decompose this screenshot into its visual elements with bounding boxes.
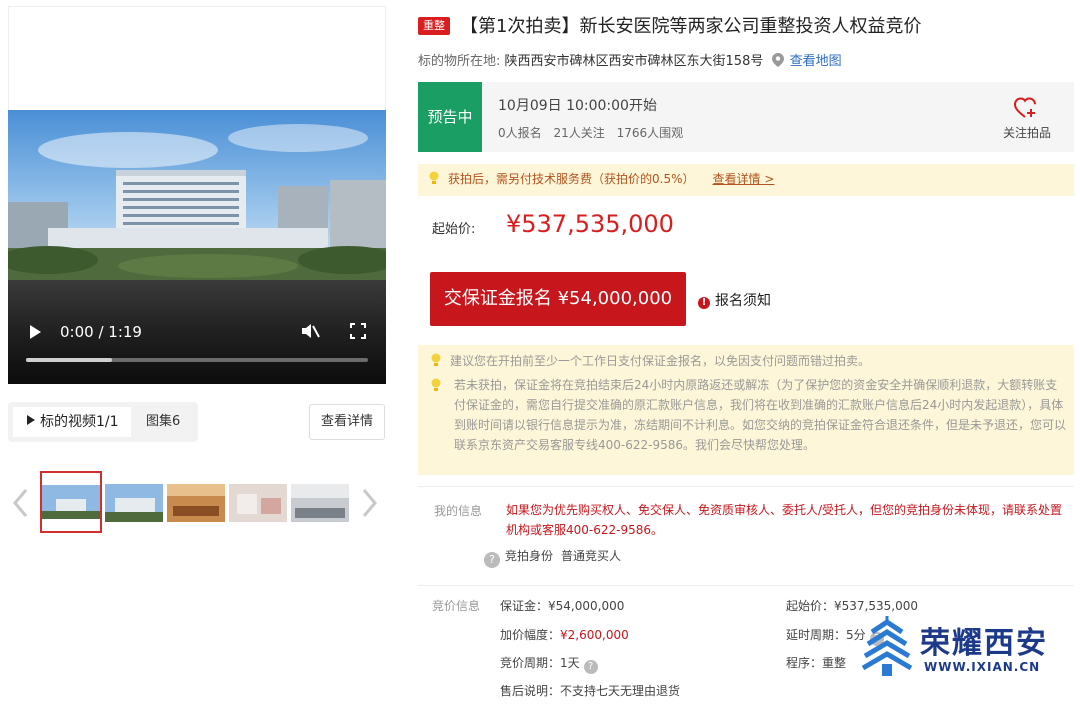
pay-deposit-button[interactable]: 交保证金报名 ¥54,000,000 xyxy=(430,272,686,326)
thumbnail-3[interactable] xyxy=(167,484,225,522)
tip-text: 建议您在开拍前至少一个工作日支付保证金报名，以免因支付问题而错过拍卖。 xyxy=(450,354,871,368)
bidder-role: ? 竞拍身份 普通竞买人 xyxy=(484,547,621,568)
bidder-role-label: 竞拍身份 xyxy=(505,549,554,563)
bid-increment-label: 加价幅度： xyxy=(500,628,561,642)
video-progress-bar[interactable] xyxy=(26,358,368,362)
tab-video[interactable]: 标的视频1/1 xyxy=(13,407,131,437)
service-fee-text: 获拍后，需另付技术服务费（获拍价的0.5%） xyxy=(448,172,695,186)
service-fee-notice: 获拍后，需另付技术服务费（获拍价的0.5%） 查看详情 > xyxy=(418,164,1074,196)
thumbnail-2[interactable] xyxy=(105,484,163,522)
help-icon[interactable]: ? xyxy=(484,552,500,568)
lightbulb-icon xyxy=(431,353,441,366)
thumbnail-image xyxy=(42,485,100,519)
view-details-button[interactable]: 查看详情 xyxy=(309,404,385,440)
alert-icon: ! xyxy=(698,297,710,309)
video-player[interactable]: 0:00 / 1:19 xyxy=(8,110,386,384)
thumbnail-image xyxy=(105,484,163,522)
bid-info-label: 竞价信息 xyxy=(432,599,481,613)
start-price-summary: 起始价：¥537,535,000 xyxy=(786,599,918,613)
location-label: 标的物所在地: xyxy=(418,54,501,69)
follow-label: 关注拍品 xyxy=(1002,126,1051,140)
thumbnail-image xyxy=(229,484,287,522)
my-info-section: 我的信息 如果您为优先购买权人、免交保人、免资质审核人、委托人/受托人，但您的竞… xyxy=(418,486,1074,574)
reorganization-badge: 重整 xyxy=(418,17,450,35)
play-icon[interactable] xyxy=(30,325,41,339)
watermark-name: 荣耀西安 xyxy=(920,626,1048,661)
video-time: 0:00 / 1:19 xyxy=(60,323,142,341)
bid-increment-value: ¥2,600,000 xyxy=(560,628,629,642)
help-icon[interactable]: ? xyxy=(583,660,598,674)
signup-count: 0人报名 xyxy=(498,126,542,140)
after-sale-note: 售后说明：不支持七天无理由退货 xyxy=(500,684,681,698)
video-poster-image xyxy=(8,110,386,280)
status-panel: 预告中 10月09日 10:00:00开始 0人报名 21人关注 1766人围观… xyxy=(418,82,1074,152)
bid-cycle-text: 竞价周期：1天 xyxy=(500,656,580,670)
bid-increment: 加价幅度：¥2,600,000 xyxy=(500,626,629,643)
lightbulb-icon xyxy=(429,171,439,184)
location-address: 陕西西安市碑林区西安市碑林区东大街158号 xyxy=(504,54,764,69)
start-price-value: ¥537,535,000 xyxy=(506,210,674,238)
tab-gallery[interactable]: 图集6 xyxy=(146,407,180,437)
follower-count: 21人关注 xyxy=(553,126,605,140)
tab-video-label: 标的视频1/1 xyxy=(40,414,119,430)
my-info-label: 我的信息 xyxy=(434,504,483,518)
thumbnail-image xyxy=(167,484,225,522)
chevron-left-icon[interactable] xyxy=(12,488,28,518)
status-tag: 预告中 xyxy=(418,82,482,152)
watcher-count: 1766人围观 xyxy=(616,126,684,140)
fullscreen-icon[interactable] xyxy=(350,323,366,339)
signup-notes-label: 报名须知 xyxy=(715,293,771,309)
map-pin-icon xyxy=(771,53,784,67)
service-fee-details-link[interactable]: 查看详情 > xyxy=(713,172,775,186)
tip-item: 建议您在开拍前至少一个工作日支付保证金报名，以免因支付问题而错过拍卖。 xyxy=(430,351,870,371)
lightbulb-icon xyxy=(431,378,441,391)
thumbnail-image xyxy=(291,484,349,522)
delay-period-text: 延时周期：5分 xyxy=(786,628,866,642)
signup-notes-link[interactable]: ! 报名须知 xyxy=(698,290,771,310)
chevron-right-icon[interactable] xyxy=(362,488,378,518)
thumbnail-strip xyxy=(0,470,400,534)
heart-plus-icon xyxy=(1013,97,1036,118)
procedure: 程序：重整 xyxy=(786,656,847,670)
pagoda-logo-icon xyxy=(862,616,912,676)
deposit-amount: 保证金：¥54,000,000 xyxy=(500,599,625,613)
thumbnail-1[interactable] xyxy=(40,471,102,533)
watermark-url: WWW.IXIAN.CN xyxy=(924,660,1041,674)
mute-icon[interactable] xyxy=(300,322,320,340)
deposit-tips: 建议您在开拍前至少一个工作日支付保证金报名，以免因支付问题而错过拍卖。 若未获拍… xyxy=(418,345,1074,475)
view-map-link[interactable]: 查看地图 xyxy=(790,54,842,69)
bid-cycle: 竞价周期：1天? xyxy=(500,654,598,674)
tip-item: 若未获拍，保证金将在竞拍结束后24小时内原路返还或解冻（为了保护您的资金安全并确… xyxy=(430,375,1066,455)
tip-text: 若未获拍，保证金将在竞拍结束后24小时内原路返还或解冻（为了保护您的资金安全并确… xyxy=(454,378,1067,452)
thumbnail-5[interactable] xyxy=(291,484,349,522)
identity-warning: 如果您为优先购买权人、免交保人、免资质审核人、委托人/受托人，但您的竞拍身份未体… xyxy=(506,503,1063,537)
bidder-role-value: 普通竞买人 xyxy=(561,549,622,563)
auction-title: 【第1次拍卖】新长安医院等两家公司重整投资人权益竞价 xyxy=(460,16,922,37)
start-time: 10月09日 10:00:00开始 xyxy=(498,98,657,114)
start-price-label: 起始价: xyxy=(432,222,476,237)
play-triangle-icon xyxy=(27,415,35,425)
thumbnail-4[interactable] xyxy=(229,484,287,522)
media-tabs: 标的视频1/1 图集6 xyxy=(8,402,198,442)
video-progress-fill xyxy=(26,358,112,362)
watermark: 荣耀西安 WWW.IXIAN.CN xyxy=(862,614,1062,684)
location-line: 标的物所在地: 陕西西安市碑林区西安市碑林区东大街158号 查看地图 xyxy=(418,50,842,69)
auction-stats: 0人报名 21人关注 1766人围观 xyxy=(498,124,691,141)
follow-item-button[interactable]: 关注拍品 xyxy=(996,96,1058,141)
media-panel: 0:00 / 1:19 标的视频1/1 图集6 查看详情 xyxy=(0,0,400,719)
